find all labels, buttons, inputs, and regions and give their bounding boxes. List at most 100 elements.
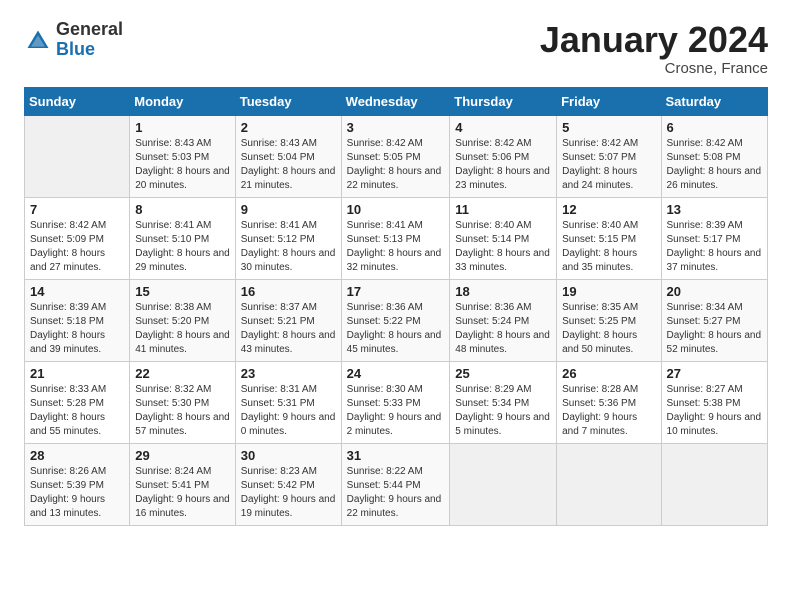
calendar-cell: 27Sunrise: 8:27 AMSunset: 5:38 PMDayligh… <box>661 361 767 443</box>
day-number: 28 <box>30 448 124 463</box>
day-number: 12 <box>562 202 655 217</box>
cell-content: Sunrise: 8:34 AMSunset: 5:27 PMDaylight:… <box>667 301 762 357</box>
calendar-cell: 23Sunrise: 8:31 AMSunset: 5:31 PMDayligh… <box>235 361 341 443</box>
cell-content: Sunrise: 8:41 AMSunset: 5:10 PMDaylight:… <box>135 219 230 275</box>
calendar-cell: 24 Sunrise: 8:30 AMSunset: 5:33 PMDayligh… <box>341 361 450 443</box>
weekday-header-saturday: Saturday <box>661 87 767 115</box>
weekday-header-wednesday: Wednesday <box>341 87 450 115</box>
day-number: 2 <box>241 120 336 135</box>
day-number: 20 <box>667 284 762 299</box>
weekday-header-sunday: Sunday <box>25 87 130 115</box>
page: General Blue January 2024 Crosne, France… <box>0 0 792 612</box>
weekday-header-monday: Monday <box>130 87 236 115</box>
day-number: 17 <box>347 284 445 299</box>
cell-content: Sunrise: 8:27 AMSunset: 5:38 PMDaylight:… <box>667 383 762 439</box>
calendar-cell: 18 Sunrise: 8:36 AMSunset: 5:24 PMDayligh… <box>450 279 557 361</box>
calendar-cell: 30Sunrise: 8:23 AMSunset: 5:42 PMDayligh… <box>235 443 341 525</box>
cell-content: Sunrise: 8:41 AMSunset: 5:13 PMDaylight:… <box>347 219 445 275</box>
cell-content: Sunrise: 8:41 AMSunset: 5:12 PMDaylight:… <box>241 219 336 275</box>
cell-content: Sunrise: 8:43 AMSunset: 5:03 PMDaylight:… <box>135 137 230 193</box>
day-number: 1 <box>135 120 230 135</box>
calendar-week-row: 14 Sunrise: 8:39 AMSunset: 5:18 PMDayligh… <box>25 279 768 361</box>
day-number: 21 <box>30 366 124 381</box>
cell-content: Sunrise: 8:26 AMSunset: 5:39 PMDaylight:… <box>30 465 124 521</box>
cell-content: Sunrise: 8:39 AMSunset: 5:17 PMDaylight:… <box>667 219 762 275</box>
calendar-cell: 2 Sunrise: 8:43 AMSunset: 5:04 PMDaylight… <box>235 115 341 197</box>
day-number: 13 <box>667 202 762 217</box>
calendar-cell: 16 Sunrise: 8:37 AMSunset: 5:21 PMDayligh… <box>235 279 341 361</box>
weekday-header-thursday: Thursday <box>450 87 557 115</box>
day-number: 9 <box>241 202 336 217</box>
day-number: 31 <box>347 448 445 463</box>
day-number: 5 <box>562 120 655 135</box>
calendar-cell: 28 Sunrise: 8:26 AMSunset: 5:39 PMDayligh… <box>25 443 130 525</box>
day-number: 14 <box>30 284 124 299</box>
cell-content: Sunrise: 8:30 AMSunset: 5:33 PMDaylight:… <box>347 383 445 439</box>
weekday-header-friday: Friday <box>557 87 661 115</box>
calendar-cell: 12 Sunrise: 8:40 AMSunset: 5:15 PMDayligh… <box>557 197 661 279</box>
cell-content: Sunrise: 8:36 AMSunset: 5:24 PMDaylight:… <box>455 301 551 357</box>
logo-text: General Blue <box>56 20 123 60</box>
calendar-cell: 31 Sunrise: 8:22 AMSunset: 5:44 PMDayligh… <box>341 443 450 525</box>
calendar-cell <box>661 443 767 525</box>
calendar-cell: 10Sunrise: 8:41 AMSunset: 5:13 PMDayligh… <box>341 197 450 279</box>
day-number: 29 <box>135 448 230 463</box>
day-number: 18 <box>455 284 551 299</box>
day-number: 22 <box>135 366 230 381</box>
cell-content: Sunrise: 8:33 AMSunset: 5:28 PMDaylight:… <box>30 383 124 439</box>
cell-content: Sunrise: 8:28 AMSunset: 5:36 PMDaylight:… <box>562 383 655 439</box>
calendar-cell: 9 Sunrise: 8:41 AMSunset: 5:12 PMDaylight… <box>235 197 341 279</box>
calendar-cell: 7 Sunrise: 8:42 AMSunset: 5:09 PMDaylight… <box>25 197 130 279</box>
calendar-cell: 4Sunrise: 8:42 AMSunset: 5:06 PMDaylight… <box>450 115 557 197</box>
logo: General Blue <box>24 20 123 60</box>
day-number: 16 <box>241 284 336 299</box>
logo-icon <box>24 27 52 55</box>
calendar-week-row: 21 Sunrise: 8:33 AMSunset: 5:28 PMDayligh… <box>25 361 768 443</box>
cell-content: Sunrise: 8:31 AMSunset: 5:31 PMDaylight:… <box>241 383 336 439</box>
logo-general-text: General <box>56 20 123 40</box>
day-number: 26 <box>562 366 655 381</box>
day-number: 8 <box>135 202 230 217</box>
cell-content: Sunrise: 8:36 AMSunset: 5:22 PMDaylight:… <box>347 301 445 357</box>
title-block: January 2024 Crosne, France <box>540 20 768 77</box>
cell-content: Sunrise: 8:37 AMSunset: 5:21 PMDaylight:… <box>241 301 336 357</box>
calendar-cell <box>450 443 557 525</box>
cell-content: Sunrise: 8:38 AMSunset: 5:20 PMDaylight:… <box>135 301 230 357</box>
day-number: 15 <box>135 284 230 299</box>
calendar-subtitle: Crosne, France <box>540 60 768 77</box>
calendar-cell: 13 Sunrise: 8:39 AMSunset: 5:17 PMDayligh… <box>661 197 767 279</box>
calendar-cell: 29 Sunrise: 8:24 AMSunset: 5:41 PMDayligh… <box>130 443 236 525</box>
calendar-table: SundayMondayTuesdayWednesdayThursdayFrid… <box>24 87 768 526</box>
calendar-cell: 8 Sunrise: 8:41 AMSunset: 5:10 PMDaylight… <box>130 197 236 279</box>
day-number: 30 <box>241 448 336 463</box>
calendar-cell <box>25 115 130 197</box>
calendar-cell: 14 Sunrise: 8:39 AMSunset: 5:18 PMDayligh… <box>25 279 130 361</box>
calendar-cell: 17 Sunrise: 8:36 AMSunset: 5:22 PMDayligh… <box>341 279 450 361</box>
cell-content: Sunrise: 8:42 AMSunset: 5:09 PMDaylight:… <box>30 219 124 275</box>
cell-content: Sunrise: 8:35 AMSunset: 5:25 PMDaylight:… <box>562 301 655 357</box>
day-number: 11 <box>455 202 551 217</box>
calendar-cell: 21 Sunrise: 8:33 AMSunset: 5:28 PMDayligh… <box>25 361 130 443</box>
day-number: 7 <box>30 202 124 217</box>
calendar-cell: 15 Sunrise: 8:38 AMSunset: 5:20 PMDayligh… <box>130 279 236 361</box>
day-number: 24 <box>347 366 445 381</box>
weekday-header-tuesday: Tuesday <box>235 87 341 115</box>
calendar-week-row: 7 Sunrise: 8:42 AMSunset: 5:09 PMDaylight… <box>25 197 768 279</box>
day-number: 4 <box>455 120 551 135</box>
calendar-cell: 11 Sunrise: 8:40 AMSunset: 5:14 PMDayligh… <box>450 197 557 279</box>
cell-content: Sunrise: 8:40 AMSunset: 5:14 PMDaylight:… <box>455 219 551 275</box>
calendar-cell: 5Sunrise: 8:42 AMSunset: 5:07 PMDaylight… <box>557 115 661 197</box>
calendar-cell: 22Sunrise: 8:32 AMSunset: 5:30 PMDayligh… <box>130 361 236 443</box>
cell-content: Sunrise: 8:42 AMSunset: 5:05 PMDaylight:… <box>347 137 445 193</box>
cell-content: Sunrise: 8:22 AMSunset: 5:44 PMDaylight:… <box>347 465 445 521</box>
calendar-cell: 1 Sunrise: 8:43 AMSunset: 5:03 PMDaylight… <box>130 115 236 197</box>
cell-content: Sunrise: 8:40 AMSunset: 5:15 PMDaylight:… <box>562 219 655 275</box>
cell-content: Sunrise: 8:29 AMSunset: 5:34 PMDaylight:… <box>455 383 551 439</box>
day-number: 19 <box>562 284 655 299</box>
day-number: 6 <box>667 120 762 135</box>
cell-content: Sunrise: 8:43 AMSunset: 5:04 PMDaylight:… <box>241 137 336 193</box>
header: General Blue January 2024 Crosne, France <box>24 20 768 77</box>
cell-content: Sunrise: 8:24 AMSunset: 5:41 PMDaylight:… <box>135 465 230 521</box>
weekday-header-row: SundayMondayTuesdayWednesdayThursdayFrid… <box>25 87 768 115</box>
cell-content: Sunrise: 8:39 AMSunset: 5:18 PMDaylight:… <box>30 301 124 357</box>
